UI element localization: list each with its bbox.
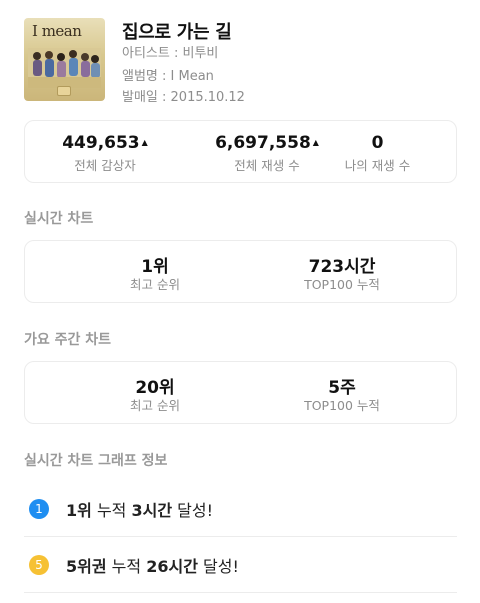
my-plays-label: 나의 재생 수	[344, 158, 411, 173]
total-listeners-stat: 449,653 ▲ 전체 감상자	[25, 121, 185, 184]
my-plays-value: 0	[371, 133, 384, 153]
release-date-text: 발매일 : 2015.10.12	[122, 90, 245, 105]
realtime-best-rank: 1위 최고 순위	[55, 241, 255, 304]
album-cover-image[interactable]: I mean	[24, 18, 105, 101]
song-title: 집으로 가는 길	[122, 22, 232, 43]
album-cover-title: I mean	[32, 22, 82, 40]
album-header: I mean 집으로 가는 길 아티스트 : 비투비 앨범명 : I Mean …	[24, 18, 464, 105]
my-plays-stat: 0 나의 재생 수	[325, 121, 430, 184]
album-cover-artwork	[28, 48, 101, 88]
graph-info-text: 1위 누적 3시간 달성!	[66, 501, 214, 520]
artist-text[interactable]: 아티스트 : 비투비	[122, 42, 218, 61]
graph-info-text: 5위권 누적 26시간 달성!	[66, 557, 239, 576]
realtime-top100-label: TOP100 누적	[304, 277, 380, 292]
total-listeners-label: 전체 감상자	[74, 158, 136, 173]
list-item: 1 1위 누적 3시간 달성!	[24, 481, 457, 537]
weekly-best-rank: 20위 최고 순위	[55, 362, 255, 425]
realtime-chart-title: 실시간 차트	[24, 211, 94, 227]
weekly-top100: 5주 TOP100 누적	[242, 362, 442, 425]
total-plays-label: 전체 재생 수	[234, 158, 300, 173]
realtime-chart-card: 1위 최고 순위 723시간 TOP100 누적	[24, 240, 457, 303]
total-plays-value: 6,697,558 ▲	[215, 133, 319, 153]
graph-info-title: 실시간 차트 그래프 정보	[24, 453, 168, 469]
total-listeners-value: 449,653 ▲	[62, 133, 148, 153]
weekly-best-rank-label: 최고 순위	[130, 398, 180, 413]
weekly-chart-card: 20위 최고 순위 5주 TOP100 누적	[24, 361, 457, 424]
realtime-top100: 723시간 TOP100 누적	[242, 241, 442, 304]
album-cover-logo	[57, 86, 71, 96]
weekly-chart-title: 가요 주간 차트	[24, 332, 112, 348]
play-stats-card: 449,653 ▲ 전체 감상자 6,697,558 ▲ 전체 재생 수 0 나의 …	[24, 120, 457, 183]
list-item: 5 5위권 누적 26시간 달성!	[24, 537, 457, 593]
album-name-text[interactable]: 앨범명 : I Mean	[122, 65, 214, 84]
total-plays-stat: 6,697,558 ▲ 전체 재생 수	[187, 121, 347, 184]
weekly-top100-label: TOP100 누적	[304, 398, 380, 413]
up-arrow-icon: ▲	[141, 138, 148, 147]
rank-badge-icon: 1	[29, 499, 49, 519]
up-arrow-icon: ▲	[312, 138, 319, 147]
realtime-best-rank-label: 최고 순위	[130, 277, 180, 292]
rank-badge-icon: 5	[29, 555, 49, 575]
